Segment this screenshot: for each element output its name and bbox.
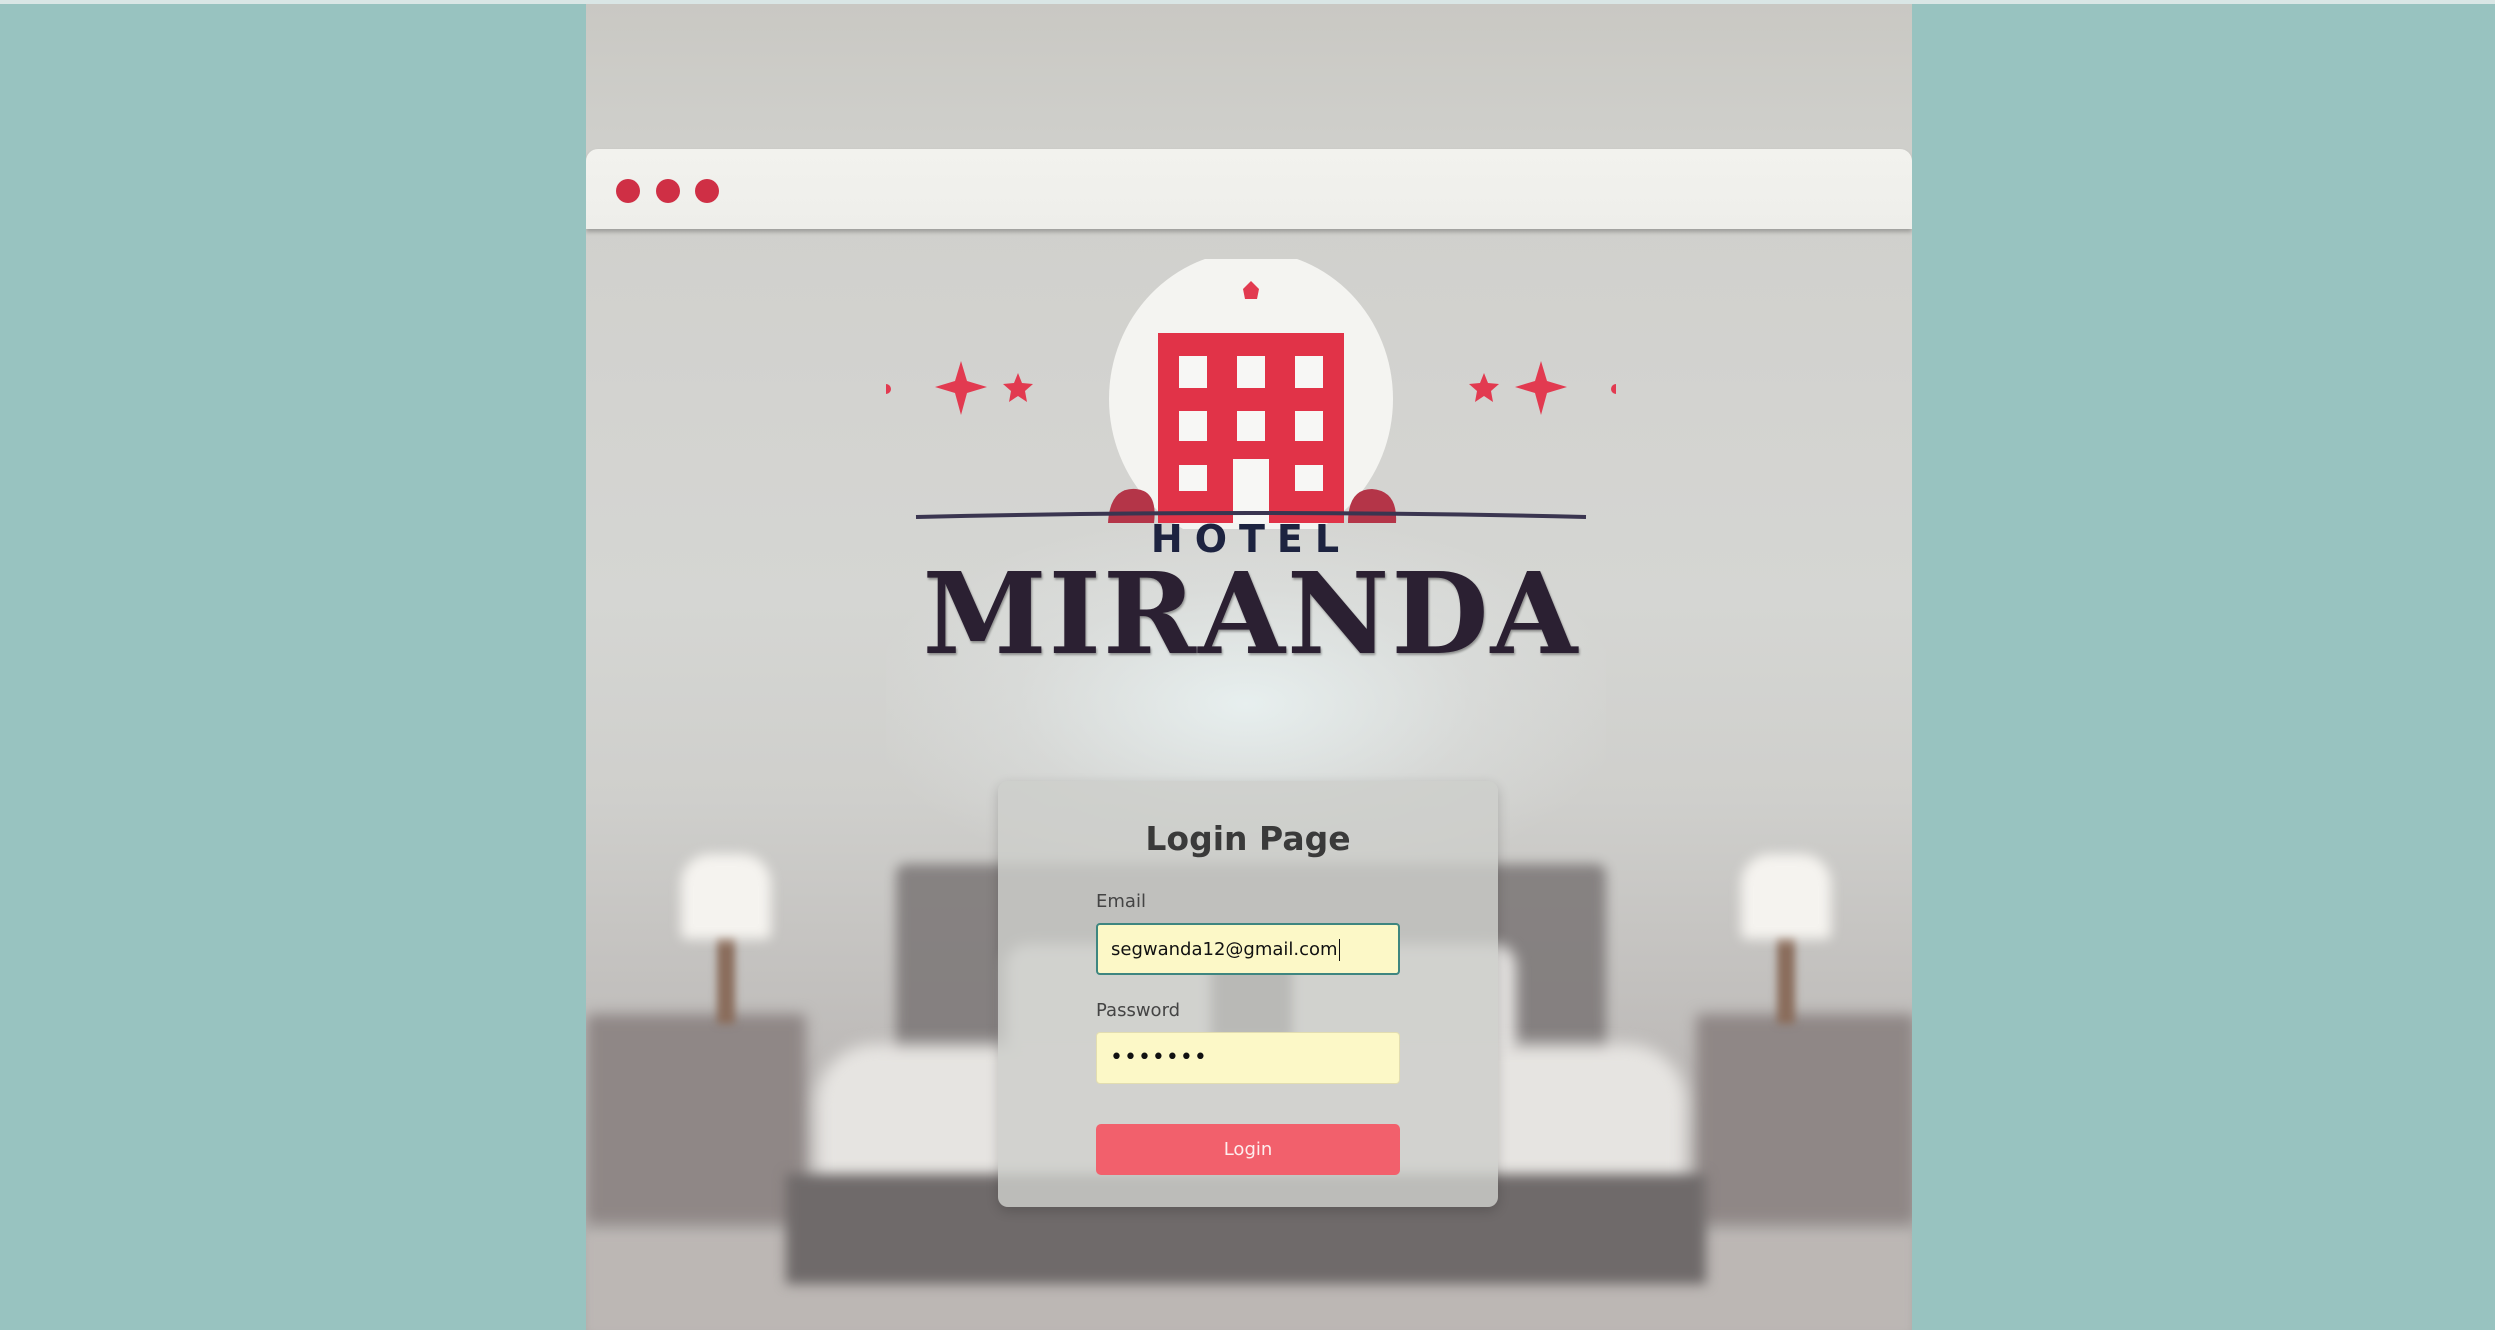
nightstand-left xyxy=(586,1014,806,1224)
email-label: Email xyxy=(1096,891,1146,912)
email-input[interactable]: segwanda12@gmail.com xyxy=(1096,923,1400,975)
password-value: ••••••• xyxy=(1110,1045,1208,1070)
window-close-dot[interactable] xyxy=(616,179,640,203)
hotel-building-icon xyxy=(881,251,1621,547)
logo-miranda-text: MIRANDA xyxy=(922,549,1580,680)
nightstand-right xyxy=(1696,1014,1912,1224)
window-maximize-dot[interactable] xyxy=(695,179,719,203)
lamp-base-left xyxy=(717,934,735,1024)
login-card: Login Page Email segwanda12@gmail.com Pa… xyxy=(998,781,1498,1207)
lamp-shade-right xyxy=(1741,854,1831,939)
password-label: Password xyxy=(1096,1000,1181,1021)
password-input[interactable]: ••••••• xyxy=(1096,1032,1400,1084)
email-value: segwanda12@gmail.com xyxy=(1111,939,1338,960)
browser-window-bar xyxy=(586,149,1912,229)
window-minimize-dot[interactable] xyxy=(656,179,680,203)
text-caret xyxy=(1338,939,1340,961)
lamp-base-right xyxy=(1777,934,1795,1024)
hero-image-panel: HOTEL MIRANDA Login Page Email segwanda1… xyxy=(586,4,1912,1330)
lamp-shade-left xyxy=(681,854,771,939)
login-title: Login Page xyxy=(1145,819,1351,858)
login-button[interactable]: Login xyxy=(1096,1124,1400,1175)
hotel-logo: HOTEL MIRANDA xyxy=(881,251,1621,680)
